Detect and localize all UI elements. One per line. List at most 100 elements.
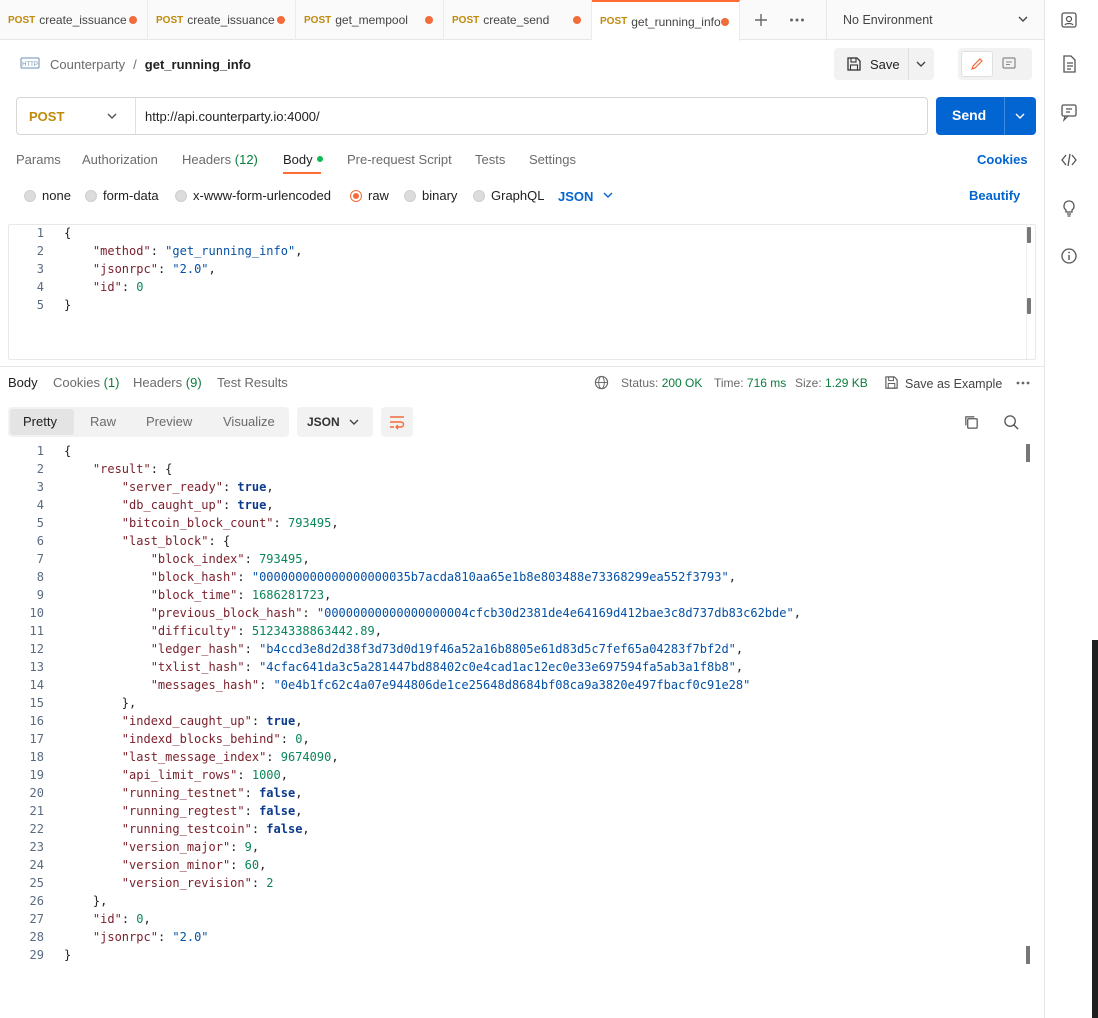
response-format-select[interactable]: JSON — [297, 407, 373, 437]
globe-icon[interactable] — [594, 375, 609, 393]
request-line-number: 2 — [36, 244, 44, 258]
response-size[interactable]: Size: 1.29 KB — [795, 376, 868, 390]
tab-pre-request-script[interactable]: Pre-request Script — [347, 152, 452, 167]
response-line-number: 22 — [29, 822, 44, 836]
plus-icon[interactable] — [752, 11, 770, 29]
view-pretty[interactable]: Pretty — [23, 414, 57, 429]
environment-icon[interactable] — [1059, 10, 1079, 30]
response-line-number: 27 — [29, 912, 44, 926]
tab-get-running-info[interactable]: POST get_running_info — [592, 0, 740, 41]
response-line-number: 7 — [36, 552, 44, 566]
radio-label: raw — [368, 188, 389, 203]
tab-get-mempool[interactable]: POST get_mempool — [296, 0, 444, 40]
tab-body[interactable]: Body — [283, 152, 323, 167]
breadcrumb-collection[interactable]: Counterparty — [50, 57, 125, 72]
response-line-number: 28 — [29, 930, 44, 944]
chevron-down-icon[interactable] — [105, 109, 119, 126]
response-scrollbar-thumb[interactable] — [1026, 946, 1030, 964]
response-code-line: "version_minor": 60, — [121, 858, 267, 872]
unsaved-dot-icon — [129, 16, 137, 24]
request-code-line: { — [64, 226, 72, 240]
response-code-line: }, — [64, 894, 108, 908]
wrap-lines-button[interactable] — [381, 407, 413, 437]
chevron-down-icon[interactable] — [914, 57, 928, 74]
url-divider — [135, 98, 136, 134]
method-select[interactable]: POST — [29, 109, 64, 124]
code-icon[interactable] — [1059, 150, 1079, 170]
response-scrollbar-thumb[interactable] — [1026, 444, 1030, 462]
request-line-number: 3 — [36, 262, 44, 276]
chevron-down-icon[interactable] — [1013, 109, 1027, 126]
response-line-number: 25 — [29, 876, 44, 890]
environment-select[interactable]: No Environment — [826, 0, 1044, 40]
response-tab-test-results[interactable]: Test Results — [217, 375, 288, 390]
response-line-number: 1 — [36, 444, 44, 458]
response-code-line: "bitcoin_block_count": 793495, — [121, 516, 339, 530]
tab-create-issuance-1[interactable]: POST create_issuance — [0, 0, 148, 40]
editor-scrollbar-thumb[interactable] — [1027, 227, 1031, 243]
radio-circle-selected — [350, 189, 362, 202]
edit-mode-button[interactable] — [961, 51, 993, 77]
editor-scrollbar-thumb[interactable] — [1027, 298, 1031, 314]
page-title[interactable]: get_running_info — [145, 57, 251, 72]
radio-urlencoded[interactable]: x-www-form-urlencoded — [175, 188, 331, 203]
unsaved-dot-icon — [721, 18, 729, 26]
radio-graphql[interactable]: GraphQL — [473, 188, 544, 203]
copy-icon[interactable] — [963, 414, 980, 434]
tab-params[interactable]: Params — [16, 152, 61, 167]
view-visualize[interactable]: Visualize — [223, 414, 275, 429]
send-button[interactable]: Send — [936, 97, 1036, 135]
response-code-line: "running_testnet": false, — [121, 786, 303, 800]
url-input[interactable]: http://api.counterparty.io:4000/ — [145, 109, 320, 124]
search-icon[interactable] — [1003, 414, 1020, 434]
view-preview[interactable]: Preview — [146, 414, 192, 429]
comment-icon[interactable] — [1059, 102, 1079, 122]
tab-create-issuance-2[interactable]: POST create_issuance — [148, 0, 296, 40]
tab-authorization[interactable]: Authorization — [82, 152, 158, 167]
response-time[interactable]: Time: 716 ms — [714, 376, 786, 390]
comment-icon[interactable] — [1001, 56, 1017, 75]
tab-create-send[interactable]: POST create_send — [444, 0, 592, 40]
response-code-line: "api_limit_rows": 1000, — [121, 768, 288, 782]
beautify-button[interactable]: Beautify — [969, 188, 1020, 203]
body-format-select[interactable]: JSON — [558, 188, 615, 205]
radio-circle — [24, 189, 36, 202]
response-code-line: } — [64, 948, 72, 962]
info-icon[interactable] — [1059, 246, 1079, 266]
size-label: Size: — [795, 376, 822, 390]
response-tab-headers[interactable]: Headers (9) — [133, 375, 202, 390]
cookies-link[interactable]: Cookies — [977, 152, 1028, 167]
response-tab-headers-label: Headers — [133, 375, 183, 390]
tab-method: POST — [600, 16, 628, 27]
response-tab-body[interactable]: Body — [8, 375, 38, 390]
request-line-number: 5 — [36, 298, 44, 312]
request-line-number: 1 — [36, 226, 44, 240]
radio-none[interactable]: none — [24, 188, 71, 203]
tab-settings[interactable]: Settings — [529, 152, 576, 167]
response-line-number: 11 — [29, 624, 44, 638]
save-as-example-label: Save as Example — [905, 377, 1003, 391]
chevron-down-icon — [347, 415, 361, 432]
tab-headers[interactable]: Headers (12) — [182, 152, 258, 167]
radio-raw[interactable]: raw — [350, 188, 389, 203]
response-line-number: 5 — [36, 516, 44, 530]
status-label: Status: — [621, 376, 659, 390]
response-code-line: "result": { — [92, 462, 173, 476]
radio-form-data[interactable]: form-data — [85, 188, 159, 203]
document-icon[interactable] — [1059, 54, 1079, 74]
response-status[interactable]: Status: 200 OK — [621, 376, 702, 390]
cookies-count: (1) — [103, 375, 120, 390]
tab-tests[interactable]: Tests — [475, 152, 505, 167]
more-icon[interactable] — [1015, 375, 1031, 394]
response-tab-cookies[interactable]: Cookies (1) — [53, 375, 119, 390]
breadcrumb: HTTP Counterparty / get_running_info — [20, 50, 251, 78]
save-as-example-button[interactable]: Save as Example — [884, 375, 1002, 393]
bulb-icon[interactable] — [1059, 198, 1079, 218]
response-code-line: "indexd_blocks_behind": 0, — [121, 732, 310, 746]
save-button[interactable]: Save — [834, 48, 934, 80]
radio-binary[interactable]: binary — [404, 188, 457, 203]
request-code-line: "jsonrpc": "2.0", — [92, 262, 216, 276]
view-raw[interactable]: Raw — [90, 414, 116, 429]
save-icon — [884, 375, 899, 393]
more-icon[interactable] — [788, 11, 806, 29]
